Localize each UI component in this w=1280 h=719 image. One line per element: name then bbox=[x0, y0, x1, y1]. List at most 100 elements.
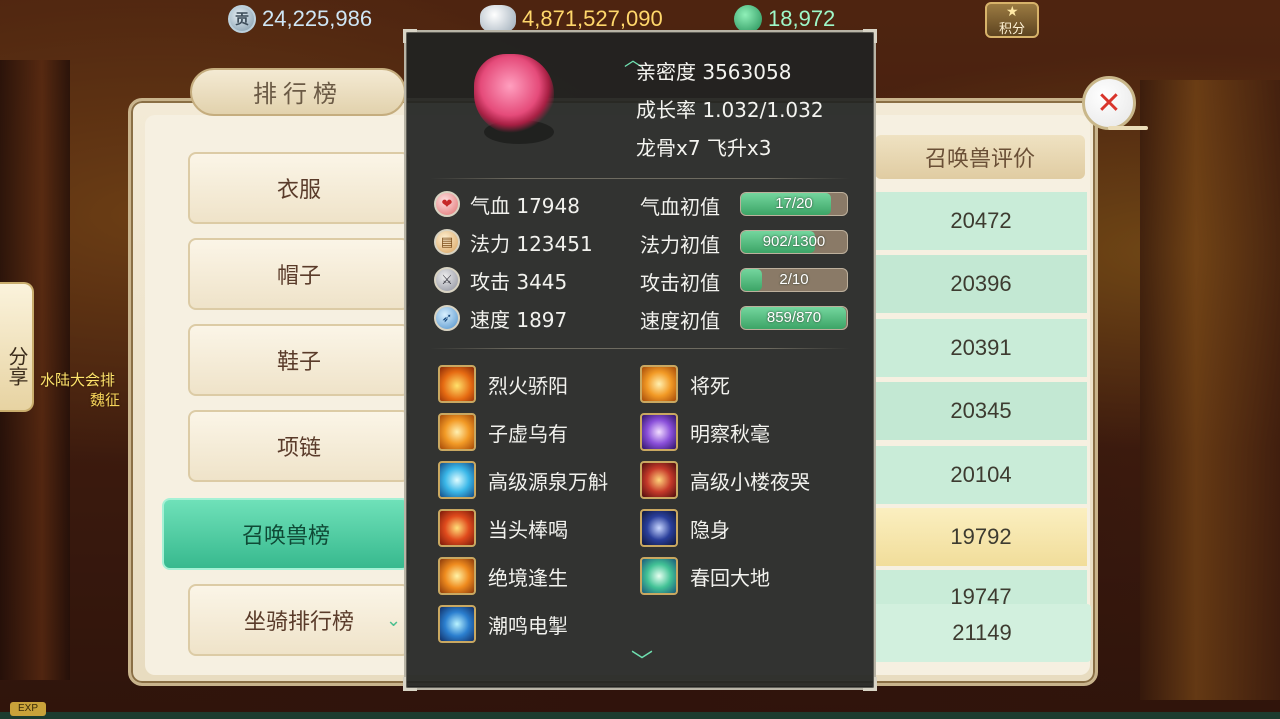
star-icon: ★ bbox=[1006, 4, 1019, 20]
skill-item[interactable]: 潮鸣电掣 bbox=[438, 604, 568, 644]
stat-row-attack: ⚔ 攻击 3445 bbox=[434, 265, 567, 295]
skill-name: 春回大地 bbox=[690, 565, 770, 590]
stat-attack: 攻击 3445 bbox=[470, 269, 568, 294]
jade-value: 18,972 bbox=[768, 6, 836, 31]
insight-skill-icon bbox=[640, 413, 678, 451]
frame-corner bbox=[863, 29, 877, 43]
pet-portrait bbox=[474, 54, 554, 134]
tab-mount-ranking[interactable]: 坐骑排行榜 bbox=[188, 584, 410, 656]
skill-item[interactable]: 将死 bbox=[640, 364, 730, 404]
silver-value: 4,871,527,090 bbox=[522, 6, 663, 31]
rating-cell[interactable]: 20472 bbox=[875, 192, 1087, 250]
resource-contribution: 贡 24,225,986 bbox=[228, 4, 372, 34]
skill-item[interactable]: 明察秋毫 bbox=[640, 412, 770, 452]
exp-tag: EXP bbox=[10, 702, 46, 716]
frame-corner bbox=[863, 677, 877, 691]
skill-item[interactable]: 绝境逢生 bbox=[438, 556, 568, 596]
divider bbox=[430, 178, 850, 179]
frame-corner bbox=[403, 29, 417, 43]
bottom-experience-strip bbox=[0, 712, 1280, 719]
stat-hp: 气血 17948 bbox=[470, 193, 580, 218]
pet-intimacy: 亲密度 3563058 bbox=[636, 60, 792, 84]
rating-cell[interactable]: 19747 bbox=[875, 570, 1087, 604]
mana-scroll-icon: ▤ bbox=[434, 229, 460, 255]
init-bar-text: 859/870 bbox=[766, 309, 822, 326]
vortex-skill-icon bbox=[438, 413, 476, 451]
stat-mp: 法力 123451 bbox=[470, 231, 593, 256]
tab-clothes[interactable]: 衣服 bbox=[188, 152, 410, 224]
rating-cell-highlighted[interactable]: 19792 bbox=[875, 508, 1087, 566]
tab-summon-ranking[interactable]: 召唤兽榜 bbox=[162, 498, 410, 570]
share-note: 水陆大会排 魏征 bbox=[40, 370, 160, 410]
phoenix-skill-icon bbox=[438, 557, 476, 595]
contribution-value: 24,225,986 bbox=[262, 6, 373, 31]
skill-name: 绝境逢生 bbox=[488, 565, 568, 590]
my-rating-cell[interactable]: 21149 bbox=[873, 604, 1091, 662]
contribution-coin-icon: 贡 bbox=[228, 5, 256, 33]
init-bar-hp: 17/20 bbox=[740, 192, 848, 216]
init-bar-mp: 902/1300 bbox=[740, 230, 848, 254]
tab-necklace[interactable]: 项链 bbox=[188, 410, 410, 482]
skill-item[interactable]: 当头棒喝 bbox=[438, 508, 568, 548]
rating-cell[interactable]: 20391 bbox=[875, 319, 1087, 377]
rating-cell[interactable]: 20104 bbox=[875, 446, 1087, 504]
strike-skill-icon bbox=[438, 509, 476, 547]
spring-skill-icon bbox=[438, 461, 476, 499]
skill-name: 子虚乌有 bbox=[488, 421, 568, 446]
skill-item[interactable]: 烈火骄阳 bbox=[438, 364, 568, 404]
chevron-down-icon[interactable]: ﹀ bbox=[624, 644, 660, 675]
deathblow-skill-icon bbox=[640, 365, 678, 403]
skill-item[interactable]: 子虚乌有 bbox=[438, 412, 568, 452]
rating-cell[interactable]: 20396 bbox=[875, 255, 1087, 313]
skill-name: 明察秋毫 bbox=[690, 421, 770, 446]
share-button[interactable]: 分享 bbox=[0, 282, 34, 412]
points-button[interactable]: ★ 积分 bbox=[985, 2, 1039, 38]
panel-title: 排行榜 bbox=[253, 80, 343, 108]
tab-shoes[interactable]: 鞋子 bbox=[188, 324, 410, 396]
skill-name: 隐身 bbox=[690, 517, 730, 542]
init-bar-text: 2/10 bbox=[779, 271, 809, 288]
frame-corner bbox=[403, 677, 417, 691]
fire-skill-icon bbox=[438, 365, 476, 403]
init-label-speed: 速度初值 bbox=[640, 309, 720, 333]
skill-name: 潮鸣电掣 bbox=[488, 613, 568, 638]
stat-speed: 速度 1897 bbox=[470, 307, 568, 332]
jade-icon bbox=[734, 5, 762, 33]
init-bar-text: 902/1300 bbox=[762, 233, 826, 250]
silver-ingot-icon bbox=[480, 5, 516, 33]
init-bar-speed: 859/870 bbox=[740, 306, 848, 330]
pet-extras: 龙骨x7 飞升x3 bbox=[636, 136, 772, 160]
attack-sword-icon: ⚔ bbox=[434, 267, 460, 293]
skill-item[interactable]: 隐身 bbox=[640, 508, 730, 548]
divider bbox=[430, 348, 850, 349]
night-cry-skill-icon bbox=[640, 461, 678, 499]
skill-name: 当头棒喝 bbox=[488, 517, 568, 542]
tab-hat[interactable]: 帽子 bbox=[188, 238, 410, 310]
init-label-mp: 法力初值 bbox=[640, 233, 720, 257]
speed-feather-icon: ➶ bbox=[434, 305, 460, 331]
skill-item[interactable]: 高级小楼夜哭 bbox=[640, 460, 810, 500]
skill-name: 高级小楼夜哭 bbox=[690, 469, 810, 494]
rating-cell[interactable]: 20345 bbox=[875, 382, 1087, 440]
rating-value: 19747 bbox=[950, 584, 1012, 604]
init-label-hp: 气血初值 bbox=[640, 195, 720, 219]
column-header-summon-rating: 召唤兽评价 bbox=[875, 135, 1085, 179]
hp-heart-icon: ❤ bbox=[434, 191, 460, 217]
stat-row-mp: ▤ 法力 123451 bbox=[434, 227, 593, 257]
init-bar-attack: 2/10 bbox=[740, 268, 848, 292]
close-button-ribbon bbox=[1108, 126, 1148, 130]
thunder-skill-icon bbox=[438, 605, 476, 643]
stat-row-hp: ❤ 气血 17948 bbox=[434, 189, 580, 219]
stealth-skill-icon bbox=[640, 509, 678, 547]
revive-skill-icon bbox=[640, 557, 678, 595]
skill-item[interactable]: 高级源泉万斛 bbox=[438, 460, 608, 500]
stat-row-speed: ➶ 速度 1897 bbox=[434, 303, 567, 333]
chevron-down-icon: ⌄ bbox=[386, 610, 402, 631]
close-button[interactable]: ✕ bbox=[1082, 76, 1136, 130]
close-icon: ✕ bbox=[1096, 85, 1122, 121]
init-bar-text: 17/20 bbox=[775, 195, 813, 212]
points-label: 积分 bbox=[998, 22, 1025, 37]
skill-item[interactable]: 春回大地 bbox=[640, 556, 770, 596]
share-note-line1: 水陆大会排 bbox=[40, 371, 116, 389]
share-note-line2: 魏征 bbox=[90, 391, 121, 409]
